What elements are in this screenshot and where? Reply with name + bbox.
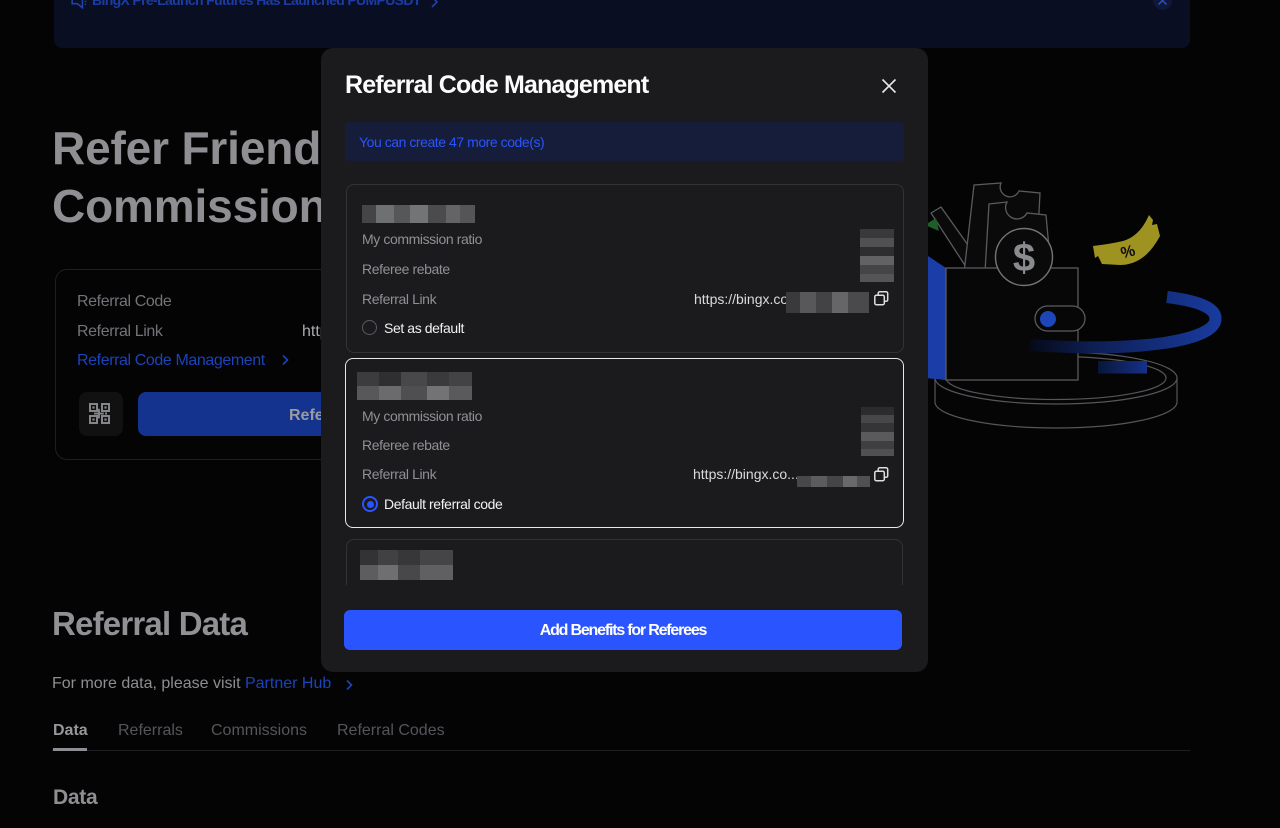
svg-text:$: $: [1013, 236, 1035, 280]
